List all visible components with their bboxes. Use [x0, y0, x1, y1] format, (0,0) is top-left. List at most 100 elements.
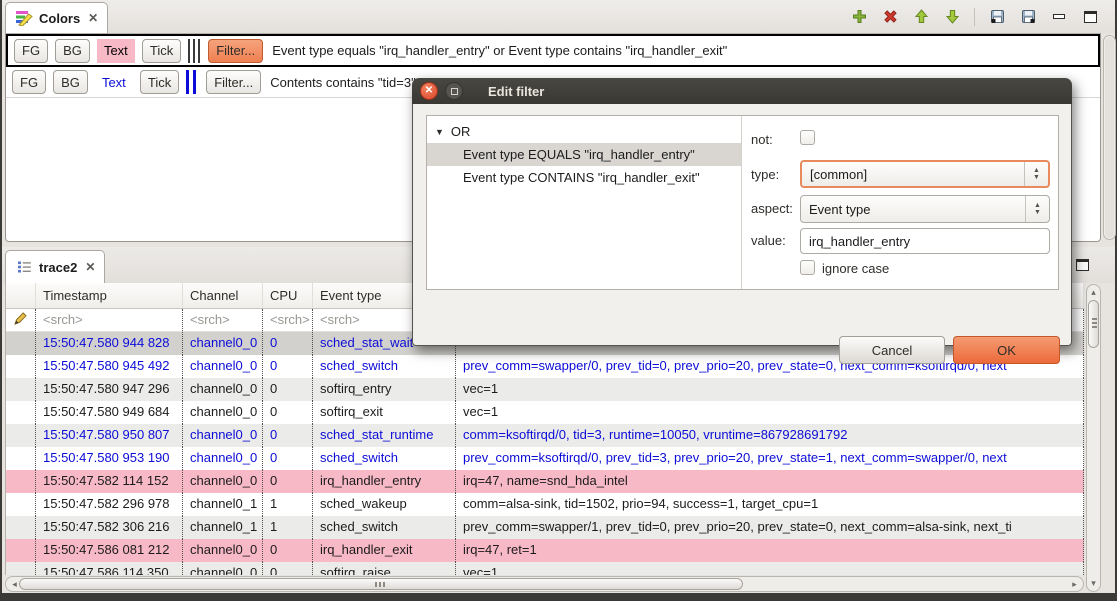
marker-cell: [6, 493, 36, 516]
add-color-button[interactable]: [850, 8, 868, 26]
close-tab-icon[interactable]: ✕: [85, 260, 95, 274]
horizontal-scrollbar-thumb[interactable]: [19, 578, 743, 590]
column-header-marker[interactable]: [6, 283, 36, 308]
tree-node-or[interactable]: ▼ OR: [427, 120, 741, 143]
channel-cell: channel0_1: [183, 516, 263, 539]
ok-button[interactable]: OK: [953, 336, 1060, 364]
colors-scrollbar[interactable]: [1103, 35, 1116, 240]
tick-button[interactable]: Tick: [142, 39, 181, 63]
spinner-arrows-icon[interactable]: ▲▼: [1025, 196, 1049, 222]
tab-colors[interactable]: Colors ✕: [5, 2, 108, 33]
filter-node-form: not: type: [common] ▲▼ aspect: Event typ…: [742, 116, 1058, 289]
timestamp-cell: 15:50:47.580 945 492: [36, 355, 183, 378]
import-colors-icon[interactable]: [1019, 8, 1037, 26]
delete-color-button[interactable]: [881, 8, 899, 26]
contents-cell: vec=1: [456, 401, 1084, 424]
minimize-view-icon[interactable]: [1050, 8, 1068, 26]
timestamp-cell: 15:50:47.582 114 152: [36, 470, 183, 493]
channel-cell: channel0_1: [183, 493, 263, 516]
dialog-restore-icon[interactable]: [445, 82, 463, 100]
event-type-cell: softirq_exit: [313, 401, 456, 424]
event-row[interactable]: 15:50:47.586 081 212 channel0_0 0 irq_ha…: [6, 539, 1084, 562]
event-row[interactable]: 15:50:47.582 114 152 channel0_0 0 irq_ha…: [6, 470, 1084, 493]
bg-button[interactable]: BG: [55, 39, 90, 63]
contents-cell: comm=alsa-sink, tid=1502, prio=94, succe…: [456, 493, 1084, 516]
bg-button[interactable]: BG: [53, 70, 88, 94]
cpu-cell: 0: [263, 539, 313, 562]
value-input[interactable]: irq_handler_entry: [800, 228, 1050, 254]
type-combo-value: [common]: [810, 167, 867, 182]
event-row[interactable]: 15:50:47.580 950 807 channel0_0 0 sched_…: [6, 424, 1084, 447]
event-row[interactable]: 15:50:47.582 306 216 channel0_1 1 sched_…: [6, 516, 1084, 539]
cpu-cell: 1: [263, 493, 313, 516]
channel-cell: channel0_0: [183, 332, 263, 355]
type-label: type:: [751, 167, 779, 182]
horizontal-scrollbar[interactable]: ◂ ▸: [5, 576, 1084, 592]
move-up-icon[interactable]: [912, 8, 930, 26]
filter-button[interactable]: Filter...: [206, 70, 261, 94]
tab-trace2[interactable]: trace2 ✕: [5, 250, 105, 283]
export-colors-icon[interactable]: [988, 8, 1006, 26]
aspect-combo-value: Event type: [809, 202, 870, 217]
vertical-scrollbar[interactable]: ▴ ▾: [1086, 284, 1101, 592]
colors-view-toolbar: [850, 0, 1099, 33]
event-row[interactable]: 15:50:47.586 114 350 channel0_0 0 softir…: [6, 562, 1084, 575]
color-rule-row-1[interactable]: FG BG Text Tick Filter... Event type equ…: [6, 34, 1100, 67]
dialog-close-icon[interactable]: ✕: [420, 82, 438, 100]
fg-button[interactable]: FG: [12, 70, 46, 94]
column-header-channel[interactable]: Channel: [183, 283, 263, 308]
not-label: not:: [751, 132, 773, 147]
value-label: value:: [751, 233, 786, 248]
expand-triangle-icon[interactable]: ▼: [435, 127, 444, 137]
marker-cell: [6, 332, 36, 355]
fg-button[interactable]: FG: [14, 39, 48, 63]
aspect-combo[interactable]: Event type ▲▼: [800, 195, 1050, 223]
tree-item-equals[interactable]: Event type EQUALS "irq_handler_entry": [427, 143, 741, 166]
type-combo[interactable]: [common] ▲▼: [800, 160, 1050, 188]
column-header-cpu[interactable]: CPU: [263, 283, 313, 308]
close-tab-icon[interactable]: ✕: [88, 11, 98, 25]
maximize-view-icon[interactable]: [1073, 256, 1091, 274]
timestamp-cell: 15:50:47.586 081 212: [36, 539, 183, 562]
ignore-case-label: ignore case: [822, 261, 889, 276]
event-row[interactable]: 15:50:47.580 947 296 channel0_0 0 softir…: [6, 378, 1084, 401]
tick-button[interactable]: Tick: [140, 70, 179, 94]
event-row[interactable]: 15:50:47.580 953 190 channel0_0 0 sched_…: [6, 447, 1084, 470]
event-type-cell: softirq_entry: [313, 378, 456, 401]
timestamp-cell: 15:50:47.582 306 216: [36, 516, 183, 539]
scroll-right-icon[interactable]: ▸: [1069, 579, 1080, 589]
cpu-cell: 0: [263, 332, 313, 355]
events-table-icon: [15, 258, 33, 276]
search-input-channel[interactable]: <srch>: [183, 309, 263, 331]
contents-cell: vec=1: [456, 378, 1084, 401]
filter-button[interactable]: Filter...: [208, 39, 263, 63]
text-color-chip: Text: [97, 39, 135, 63]
column-header-timestamp[interactable]: Timestamp: [36, 283, 183, 308]
dialog-titlebar[interactable]: ✕ Edit filter: [412, 78, 1072, 104]
trace2-tab-label: trace2: [39, 260, 77, 275]
tree-item-contains[interactable]: Event type CONTAINS "irq_handler_exit": [427, 166, 741, 189]
cpu-cell: 0: [263, 470, 313, 493]
event-row[interactable]: 15:50:47.580 949 684 channel0_0 0 softir…: [6, 401, 1084, 424]
marker-cell: [6, 424, 36, 447]
marker-cell: [6, 355, 36, 378]
search-input-timestamp[interactable]: <srch>: [36, 309, 183, 331]
move-down-icon[interactable]: [943, 8, 961, 26]
channel-cell: channel0_0: [183, 539, 263, 562]
ignore-case-checkbox[interactable]: [800, 260, 815, 275]
event-type-cell: irq_handler_entry: [313, 470, 456, 493]
maximize-view-icon[interactable]: [1081, 8, 1099, 26]
colors-view-tabbar: Colors ✕: [2, 0, 1115, 33]
cpu-cell: 0: [263, 378, 313, 401]
event-row[interactable]: 15:50:47.582 296 978 channel0_1 1 sched_…: [6, 493, 1084, 516]
scroll-up-icon[interactable]: ▴: [1088, 287, 1099, 298]
filter-description: Contents contains "tid=3": [270, 75, 415, 90]
search-pen-icon: [6, 309, 36, 331]
vertical-scrollbar-thumb[interactable]: [1088, 300, 1099, 348]
scroll-down-icon[interactable]: ▾: [1088, 578, 1099, 589]
cancel-button[interactable]: Cancel: [839, 336, 945, 364]
search-input-cpu[interactable]: <srch>: [263, 309, 313, 331]
dialog-title: Edit filter: [488, 84, 544, 99]
not-checkbox[interactable]: [800, 130, 815, 145]
spinner-arrows-icon[interactable]: ▲▼: [1024, 162, 1048, 186]
